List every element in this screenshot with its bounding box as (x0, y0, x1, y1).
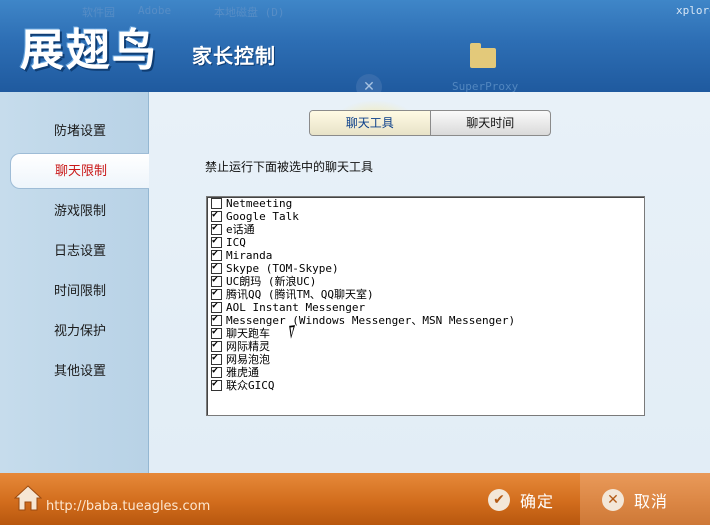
list-item[interactable]: UC朗玛 (新浪UC) (207, 274, 644, 288)
tab-chat-tools[interactable]: 聊天工具 (310, 111, 431, 135)
list-item[interactable]: Miranda (207, 248, 644, 262)
footer-bar: http://baba.tueagles.com ✔ 确定 ✕ 取消 (0, 473, 710, 525)
checkbox[interactable] (211, 274, 222, 287)
close-icon: ✕ (356, 74, 382, 92)
sidebar-item-log-settings[interactable]: 日志设置 (0, 234, 148, 270)
checkbox[interactable] (211, 222, 222, 235)
list-item[interactable]: 雅虎通 (207, 365, 644, 379)
folder-icon (470, 43, 496, 68)
list-item[interactable]: Netmeeting (207, 197, 644, 210)
app-header: 软件园 Adobe 本地磁盘 (D) xplore SuperProxy ✕ 展… (0, 0, 710, 92)
checkbox[interactable] (211, 235, 222, 248)
list-item[interactable]: Skype (TOM-Skype) (207, 261, 644, 275)
list-item-label: Google Talk (226, 210, 299, 223)
list-item[interactable]: ICQ (207, 235, 644, 249)
list-item[interactable]: e话通 (207, 222, 644, 236)
checkbox[interactable] (211, 352, 222, 365)
checkbox[interactable] (211, 300, 222, 313)
list-item-label: e话通 (226, 223, 255, 236)
list-item-label: 聊天跑车 (226, 327, 270, 340)
ok-button-label: 确定 (520, 492, 555, 511)
cancel-icon: ✕ (602, 489, 624, 511)
list-item-label: 联众GICQ (226, 379, 275, 392)
sidebar-item-game-limit[interactable]: 游戏限制 (0, 194, 148, 230)
list-item-label: ICQ (226, 236, 246, 249)
desktop-bg-text: SuperProxy (452, 80, 519, 92)
checkbox[interactable] (211, 313, 222, 326)
checkbox[interactable] (211, 248, 222, 261)
desktop-bg-text: 本地磁盘 (D) (214, 6, 285, 19)
list-item-label: 网易泡泡 (226, 353, 270, 366)
list-item-label: AOL Instant Messenger (226, 301, 366, 314)
checkbox[interactable] (211, 209, 222, 222)
list-item[interactable]: 联众GICQ (207, 378, 644, 392)
checkbox[interactable] (211, 326, 222, 339)
instruction-text: 禁止运行下面被选中的聊天工具 (205, 160, 374, 174)
list-item-label: 腾讯QQ (腾讯TM、QQ聊天室) (226, 288, 374, 301)
sidebar-item-chat-limit[interactable]: 聊天限制 (10, 153, 149, 189)
list-item-label: Messenger (Windows Messenger、MSN Messeng… (226, 314, 516, 327)
desktop-bg-text: xplore (676, 4, 710, 17)
checkbox[interactable] (211, 365, 222, 378)
main-panel: 防堵设置 聊天限制 游戏限制 日志设置 时间限制 视力保护 其他设置 聊天工具 … (0, 92, 710, 473)
cancel-button-label: 取消 (634, 492, 669, 511)
cancel-button[interactable]: ✕ 取消 (602, 485, 668, 515)
sidebar-item-time-limit[interactable]: 时间限制 (0, 274, 148, 310)
website-link[interactable]: http://baba.tueagles.com (46, 499, 210, 514)
list-item-label: Miranda (226, 249, 273, 262)
list-item[interactable]: AOL Instant Messenger (207, 300, 644, 314)
sidebar-item-other-settings[interactable]: 其他设置 (0, 354, 148, 390)
sidebar-item-eye-protection[interactable]: 视力保护 (0, 314, 148, 350)
checkbox[interactable] (211, 261, 222, 274)
app-subtitle: 家长控制 (192, 44, 276, 68)
list-item-label: Skype (TOM-Skype) (226, 262, 339, 275)
check-icon: ✔ (488, 489, 510, 511)
checkbox[interactable] (211, 287, 222, 300)
chat-tools-list: NetmeetingGoogle Talke话通ICQMirandaSkype … (206, 196, 645, 416)
list-item[interactable]: 聊天跑车 (207, 326, 644, 340)
mouse-cursor-fill (290, 326, 298, 336)
checkbox[interactable] (211, 198, 222, 209)
tab-chat-time[interactable]: 聊天时间 (431, 111, 551, 135)
list-item-label: Netmeeting (226, 197, 293, 210)
list-item[interactable]: Messenger (Windows Messenger、MSN Messeng… (207, 313, 644, 327)
list-item[interactable]: Google Talk (207, 209, 644, 223)
sidebar: 防堵设置 聊天限制 游戏限制 日志设置 时间限制 视力保护 其他设置 (0, 92, 149, 473)
home-icon[interactable] (14, 485, 42, 511)
checkbox[interactable] (211, 378, 222, 391)
list-item-label: 网际精灵 (226, 340, 270, 353)
ok-button[interactable]: ✔ 确定 (488, 485, 554, 515)
list-item-label: UC朗玛 (新浪UC) (226, 275, 317, 288)
list-item-label: 雅虎通 (226, 366, 259, 379)
list-item[interactable]: 网际精灵 (207, 339, 644, 353)
checkbox[interactable] (211, 339, 222, 352)
app-logo: 展翅鸟 (20, 25, 158, 76)
list-item[interactable]: 网易泡泡 (207, 352, 644, 366)
sidebar-item-firewall[interactable]: 防堵设置 (0, 114, 148, 150)
list-item[interactable]: 腾讯QQ (腾讯TM、QQ聊天室) (207, 287, 644, 301)
tab-bar: 聊天工具 聊天时间 (309, 110, 551, 136)
